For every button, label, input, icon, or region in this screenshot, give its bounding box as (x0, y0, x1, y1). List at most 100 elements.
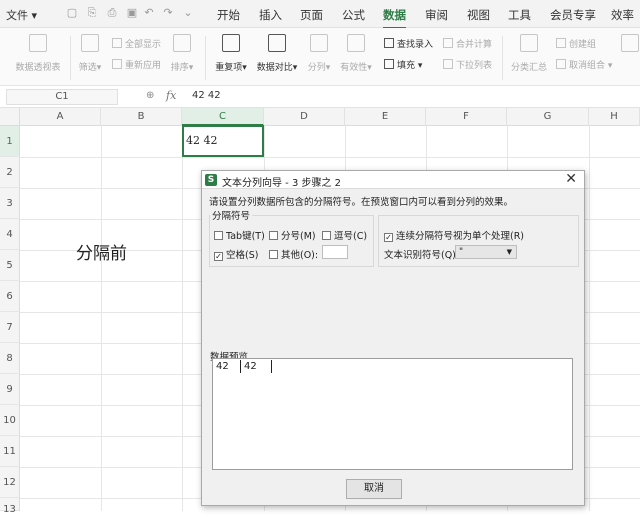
comma-checkbox[interactable]: 逗号(C) (322, 228, 367, 242)
row-header-13[interactable]: 13 (0, 498, 20, 515)
row-header-6[interactable]: 6 (0, 281, 20, 312)
column-header-a[interactable]: A (20, 108, 101, 126)
show-all-button[interactable]: 全部显示 (112, 37, 161, 50)
row-header-11[interactable]: 11 (0, 436, 20, 467)
close-icon[interactable]: ✕ (565, 172, 577, 187)
check-icon: ✓ (384, 233, 393, 242)
other-separator-input[interactable] (322, 245, 348, 259)
column-header-f[interactable]: F (426, 108, 507, 126)
tab-efficiency[interactable]: 效率 (611, 7, 634, 23)
duplicates-button[interactable]: 重复项▾ (211, 34, 251, 73)
row-header-2[interactable]: 2 (0, 157, 20, 188)
formula-bar: C1 ⊕ fx 42 42 (0, 86, 640, 108)
tab-formula[interactable]: 公式 (342, 7, 365, 23)
tab-page[interactable]: 页面 (300, 7, 323, 23)
row-header-4[interactable]: 4 (0, 219, 20, 250)
find-entry-icon (384, 38, 394, 48)
text-to-columns-dialog: S 文本分列向导 - 3 步骤之 2 ✕ 请设置分列数据所包含的分隔符号。在预览… (201, 170, 585, 506)
more-ribbon-button[interactable] (620, 34, 640, 52)
cell-note-text[interactable]: 分隔前 (76, 239, 127, 264)
subtotal-button[interactable]: 分类汇总 (508, 34, 550, 73)
preview-icon[interactable]: ▣ (126, 7, 138, 19)
fill-button[interactable]: 填充 ▾ (384, 58, 422, 71)
redo-icon[interactable]: ↷ (162, 7, 174, 19)
subtotal-icon (520, 34, 538, 52)
grid-line (182, 126, 183, 511)
column-header-h[interactable]: H (589, 108, 640, 126)
qualifier-select[interactable]: " ▼ (455, 245, 517, 259)
preview-cell: 42 (216, 361, 229, 372)
dropdown-list-icon (443, 59, 453, 69)
row-header-10[interactable]: 10 (0, 405, 20, 436)
cancel-button[interactable]: 取消 (346, 479, 402, 499)
space-checkbox[interactable]: ✓ 空格(S) (214, 247, 258, 261)
column-header-e[interactable]: E (345, 108, 426, 126)
qualifier-label: 文本识别符号(Q): (384, 250, 460, 261)
undo-icon[interactable]: ↶ (143, 7, 155, 19)
column-break-line[interactable] (240, 360, 241, 373)
dialog-title-bar[interactable]: S 文本分列向导 - 3 步骤之 2 ✕ (202, 171, 584, 189)
tab-insert[interactable]: 插入 (259, 7, 282, 23)
show-all-icon (112, 38, 122, 48)
merge-calc-button[interactable]: 合并计算 (443, 37, 492, 50)
create-group-button[interactable]: 创建组 (556, 37, 596, 50)
dialog-instruction: 请设置分列数据所包含的分隔符号。在预览窗口内可以看到分列的效果。 (209, 197, 514, 208)
other-checkbox[interactable]: 其他(O): (269, 247, 318, 261)
zoom-search-icon[interactable]: ⊕ (146, 90, 154, 101)
name-box[interactable]: C1 (6, 89, 118, 105)
chevron-down-icon[interactable]: ⌄ (182, 7, 194, 19)
row-header-7[interactable]: 7 (0, 312, 20, 343)
app-logo-icon: S (205, 174, 217, 186)
grid-line (20, 157, 640, 158)
data-preview-pane[interactable]: 42 42 (212, 358, 573, 470)
formula-input[interactable]: 42 42 (192, 90, 221, 101)
filter-button[interactable]: 筛选▾ (76, 34, 104, 73)
column-header-g[interactable]: G (507, 108, 589, 126)
reapply-button[interactable]: 重新应用 (112, 58, 161, 71)
print-icon[interactable]: ⎙ (106, 7, 118, 19)
validity-icon (347, 34, 365, 52)
check-icon: ✓ (214, 252, 223, 261)
merge-calc-icon (443, 38, 453, 48)
tab-checkbox[interactable]: Tab键(T) (214, 228, 265, 242)
find-entry-button[interactable]: 查找录入 (384, 37, 433, 50)
row-header-8[interactable]: 8 (0, 343, 20, 374)
row-header-3[interactable]: 3 (0, 188, 20, 219)
tab-data[interactable]: 数据 (383, 7, 406, 29)
semicolon-checkbox[interactable]: 分号(M) (269, 228, 316, 242)
checkbox-box (269, 231, 278, 240)
column-header-b[interactable]: B (101, 108, 182, 126)
column-break-line[interactable] (271, 360, 272, 373)
dropdown-arrow-icon: ▼ (506, 248, 512, 256)
tab-home[interactable]: 开始 (217, 7, 240, 23)
row-header-1[interactable]: 1 (0, 126, 20, 157)
split-column-button[interactable]: 分列▾ (304, 34, 334, 73)
select-all-corner[interactable] (0, 108, 20, 126)
sort-button[interactable]: 排序▾ (168, 34, 196, 73)
column-header-d[interactable]: D (264, 108, 345, 126)
pivot-table-button[interactable]: 数据透视表 (12, 34, 64, 73)
export-icon[interactable]: ⎘ (86, 7, 98, 19)
ungroup-button[interactable]: 取消组合 ▾ (556, 58, 612, 71)
dropdown-list-button[interactable]: 下拉列表 (443, 58, 492, 71)
row-header-9[interactable]: 9 (0, 374, 20, 405)
save-icon[interactable]: ▢ (66, 7, 78, 19)
validity-button[interactable]: 有效性▾ (338, 34, 374, 73)
fx-icon[interactable]: fx (166, 89, 176, 102)
split-column-icon (310, 34, 328, 52)
data-compare-icon (268, 34, 286, 52)
tab-tools[interactable]: 工具 (508, 7, 531, 23)
row-header-5[interactable]: 5 (0, 250, 20, 281)
cell-c1[interactable]: 42 42 (182, 125, 264, 157)
sort-icon (173, 34, 191, 52)
data-compare-button[interactable]: 数据对比▾ (254, 34, 300, 73)
file-menu[interactable]: 文件 ▾ (6, 7, 37, 23)
consecutive-checkbox[interactable]: ✓ 连续分隔符号视为单个处理(R) (384, 228, 524, 242)
column-header-c[interactable]: C (182, 108, 264, 126)
row-header-12[interactable]: 12 (0, 467, 20, 498)
tab-review[interactable]: 审阅 (425, 7, 448, 23)
tab-member[interactable]: 会员专享 (550, 7, 596, 23)
tab-view[interactable]: 视图 (467, 7, 490, 23)
ribbon-toolbar: 数据透视表 筛选▾ 全部显示 重新应用 排序▾ 重复项▾ 数据对比▾ 分列▾ 有… (0, 28, 640, 86)
ribbon-divider (502, 36, 503, 80)
